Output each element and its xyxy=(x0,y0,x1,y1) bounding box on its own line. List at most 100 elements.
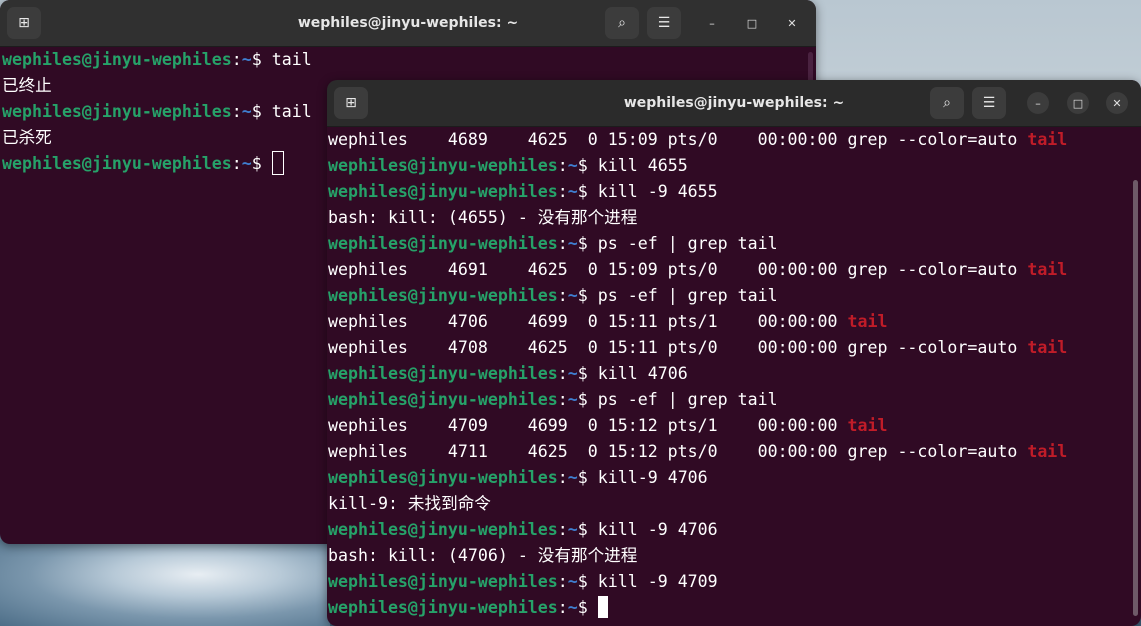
command-text: kill-9 4706 xyxy=(597,468,708,487)
prompt-path: ~ xyxy=(567,156,578,175)
grep-match-highlight: tail xyxy=(1027,338,1068,357)
close-icon[interactable]: ✕ xyxy=(781,12,803,34)
prompt-colon: : xyxy=(557,364,568,383)
output-text: bash: kill: (4706) - 没有那个进程 xyxy=(328,546,638,565)
terminal-line: wephiles@jinyu-wephiles:~$ kill -9 4709 xyxy=(328,569,1141,595)
titlebar[interactable]: ⊞ wephiles@jinyu-wephiles: ~ ⌕ ☰ – □ ✕ xyxy=(327,80,1141,127)
search-icon[interactable]: ⌕ xyxy=(605,7,639,39)
prompt-path: ~ xyxy=(241,50,252,69)
prompt-colon: : xyxy=(557,598,568,617)
prompt-symbol: $ xyxy=(577,364,598,383)
maximize-icon[interactable]: □ xyxy=(1067,92,1089,114)
command-text: ps -ef | grep tail xyxy=(597,234,778,253)
menu-icon[interactable]: ☰ xyxy=(972,87,1006,119)
terminal-line: wephiles 4706 4699 0 15:11 pts/1 00:00:0… xyxy=(328,309,1141,335)
terminal-line: bash: kill: (4706) - 没有那个进程 xyxy=(328,543,1141,569)
command-text: kill 4655 xyxy=(597,156,688,175)
window-title: wephiles@jinyu-wephiles: ~ xyxy=(297,15,519,31)
output-text: kill-9: 未找到命令 xyxy=(328,494,491,513)
prompt-path: ~ xyxy=(567,598,578,617)
prompt-symbol: $ xyxy=(577,572,598,591)
process-row-text: wephiles 4689 4625 0 15:09 pts/0 00:00:0… xyxy=(328,130,1028,149)
text-cursor[interactable] xyxy=(271,151,284,175)
prompt-colon: : xyxy=(231,50,242,69)
prompt-path: ~ xyxy=(241,154,252,173)
prompt-colon: : xyxy=(557,182,568,201)
terminal-line: wephiles 4691 4625 0 15:09 pts/0 00:00:0… xyxy=(328,257,1141,283)
prompt-colon: : xyxy=(557,572,568,591)
prompt-colon: : xyxy=(557,234,568,253)
prompt-symbol: $ xyxy=(577,286,598,305)
prompt-path: ~ xyxy=(567,390,578,409)
menu-icon[interactable]: ☰ xyxy=(647,7,681,39)
prompt-colon: : xyxy=(557,390,568,409)
prompt-symbol: $ xyxy=(577,598,598,617)
terminal-window-front[interactable]: ⊞ wephiles@jinyu-wephiles: ~ ⌕ ☰ – □ ✕ w… xyxy=(327,80,1141,626)
process-row-text: wephiles 4709 4699 0 15:12 pts/1 00:00:0… xyxy=(328,416,848,435)
command-text: kill -9 4655 xyxy=(597,182,718,201)
command-text: tail xyxy=(271,102,312,121)
terminal-line: bash: kill: (4655) - 没有那个进程 xyxy=(328,205,1141,231)
terminal-line: wephiles@jinyu-wephiles:~$ kill-9 4706 xyxy=(328,465,1141,491)
output-text: bash: kill: (4655) - 没有那个进程 xyxy=(328,208,638,227)
grep-match-highlight: tail xyxy=(1027,260,1068,279)
process-row-text: wephiles 4711 4625 0 15:12 pts/0 00:00:0… xyxy=(328,442,1028,461)
prompt-colon: : xyxy=(557,286,568,305)
process-row-text: wephiles 4706 4699 0 15:11 pts/1 00:00:0… xyxy=(328,312,848,331)
command-text: ps -ef | grep tail xyxy=(597,390,778,409)
terminal-line: wephiles@jinyu-wephiles:~$ xyxy=(328,595,1141,621)
scrollbar[interactable] xyxy=(1133,180,1138,616)
terminal-line: wephiles@jinyu-wephiles:~$ kill -9 4706 xyxy=(328,517,1141,543)
prompt-symbol: $ xyxy=(251,102,272,121)
grep-match-highlight: tail xyxy=(847,312,888,331)
minimize-icon[interactable]: – xyxy=(1027,92,1049,114)
titlebar[interactable]: ⊞ wephiles@jinyu-wephiles: ~ ⌕ ☰ – □ ✕ xyxy=(0,0,816,47)
terminal-line: wephiles 4689 4625 0 15:09 pts/0 00:00:0… xyxy=(328,127,1141,153)
desktop-wallpaper xyxy=(0,540,330,626)
prompt-colon: : xyxy=(231,154,242,173)
prompt-path: ~ xyxy=(567,364,578,383)
prompt-symbol: $ xyxy=(577,156,598,175)
output-text: 已杀死 xyxy=(2,128,52,147)
grep-match-highlight: tail xyxy=(847,416,888,435)
terminal-line: wephiles@jinyu-wephiles:~$ ps -ef | grep… xyxy=(328,283,1141,309)
terminal-line: wephiles 4709 4699 0 15:12 pts/1 00:00:0… xyxy=(328,413,1141,439)
command-text: ps -ef | grep tail xyxy=(597,286,778,305)
grep-match-highlight: tail xyxy=(1027,442,1068,461)
terminal-line: wephiles@jinyu-wephiles:~$ kill 4706 xyxy=(328,361,1141,387)
terminal-line: wephiles@jinyu-wephiles:~$ tail xyxy=(2,47,816,73)
maximize-icon[interactable]: □ xyxy=(741,12,763,34)
minimize-icon[interactable]: – xyxy=(701,12,723,34)
prompt-symbol: $ xyxy=(577,468,598,487)
terminal-line: wephiles@jinyu-wephiles:~$ ps -ef | grep… xyxy=(328,231,1141,257)
prompt-path: ~ xyxy=(567,234,578,253)
close-icon[interactable]: ✕ xyxy=(1106,92,1128,114)
prompt-symbol: $ xyxy=(577,520,598,539)
prompt-colon: : xyxy=(557,156,568,175)
prompt-path: ~ xyxy=(567,286,578,305)
prompt-user: wephiles@jinyu-wephiles xyxy=(328,234,558,253)
prompt-colon: : xyxy=(231,102,242,121)
prompt-user: wephiles@jinyu-wephiles xyxy=(328,182,558,201)
prompt-user: wephiles@jinyu-wephiles xyxy=(328,364,558,383)
prompt-path: ~ xyxy=(567,182,578,201)
prompt-user: wephiles@jinyu-wephiles xyxy=(2,102,232,121)
terminal-line: wephiles 4711 4625 0 15:12 pts/0 00:00:0… xyxy=(328,439,1141,465)
prompt-user: wephiles@jinyu-wephiles xyxy=(328,572,558,591)
command-text: kill -9 4706 xyxy=(597,520,718,539)
prompt-path: ~ xyxy=(241,102,252,121)
prompt-path: ~ xyxy=(567,520,578,539)
process-row-text: wephiles 4708 4625 0 15:11 pts/0 00:00:0… xyxy=(328,338,1028,357)
search-icon[interactable]: ⌕ xyxy=(930,87,964,119)
terminal-line: wephiles 4708 4625 0 15:11 pts/0 00:00:0… xyxy=(328,335,1141,361)
command-text: tail xyxy=(271,50,312,69)
terminal-line: wephiles@jinyu-wephiles:~$ kill -9 4655 xyxy=(328,179,1141,205)
prompt-path: ~ xyxy=(567,572,578,591)
window-title: wephiles@jinyu-wephiles: ~ xyxy=(623,95,845,111)
text-cursor[interactable] xyxy=(597,596,608,618)
process-row-text: wephiles 4691 4625 0 15:09 pts/0 00:00:0… xyxy=(328,260,1028,279)
terminal-output[interactable]: wephiles 4689 4625 0 15:09 pts/0 00:00:0… xyxy=(327,127,1141,626)
terminal-line: kill-9: 未找到命令 xyxy=(328,491,1141,517)
grep-match-highlight: tail xyxy=(1027,130,1068,149)
prompt-colon: : xyxy=(557,520,568,539)
